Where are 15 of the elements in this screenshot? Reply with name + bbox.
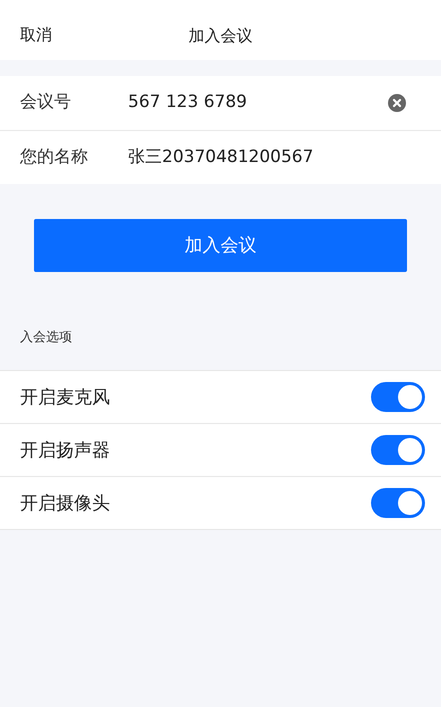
join-button[interactable]: 加入会议 (34, 219, 407, 272)
option-label: 开启麦克风 (20, 386, 110, 410)
field-label: 会议号 (20, 91, 72, 114)
toggle-switch[interactable] (371, 435, 425, 465)
clear-icon[interactable] (388, 94, 406, 112)
option-label: 开启摄像头 (20, 492, 110, 516)
option-label: 开启扬声器 (20, 438, 110, 462)
cancel-button[interactable]: 取消 (20, 23, 52, 47)
page-title: 加入会议 (188, 25, 252, 47)
text-field[interactable]: 567 123 6789 (128, 90, 388, 116)
toggle-switch[interactable] (371, 382, 425, 412)
field-label: 您的名称 (20, 146, 89, 169)
toggle-switch[interactable] (371, 488, 425, 518)
text-field[interactable]: 张三20370481200567 (128, 144, 421, 170)
section-title: 入会选项 (20, 330, 72, 345)
